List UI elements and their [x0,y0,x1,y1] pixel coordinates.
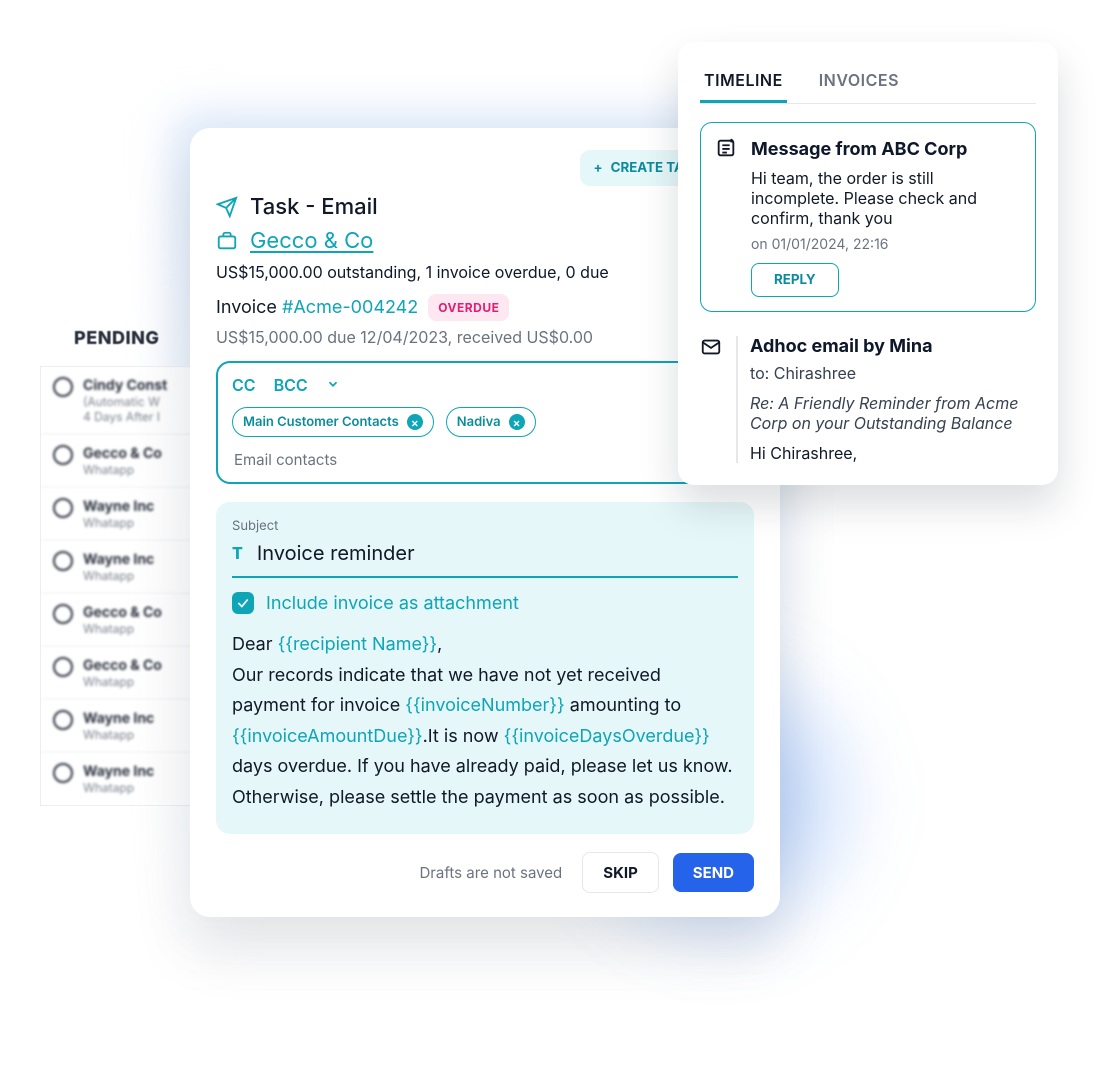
list-item-subtitle: Whatapp [83,727,154,742]
whatsapp-icon [53,657,73,677]
list-item-title: Wayne Inc [83,710,154,727]
task-title: Task - Email [250,194,378,220]
event-to: to: Chirashree [750,363,1036,383]
chip-label: Main Customer Contacts [243,414,399,430]
list-item-subtitle: Whatapp [83,515,154,530]
send-button[interactable]: SEND [673,853,754,892]
event-title: Message from ABC Corp [751,139,1021,160]
timeline-panel: TIMELINE INVOICES Message from ABC Corp … [678,42,1058,485]
contact-chip[interactable]: Main Customer Contacts × [232,407,434,437]
list-item-title: Gecco & Co [83,604,162,621]
event-body: Hi team, the order is still incomplete. … [751,168,1021,228]
attach-checkbox[interactable] [232,592,254,614]
invoice-label: Invoice #Acme-004242 [216,297,418,318]
list-item-title: Wayne Inc [83,763,154,780]
contacts-input[interactable] [232,449,476,470]
list-item-title: Wayne Inc [83,551,154,568]
bcc-toggle[interactable]: BCC [274,375,308,395]
invoice-link[interactable]: #Acme-004242 [282,297,418,318]
event-timestamp: on 01/01/2024, 22:16 [751,236,1021,253]
remove-chip-icon[interactable]: × [509,414,525,430]
whatsapp-icon [53,763,73,783]
note-plus-icon [715,137,737,159]
overdue-badge: OVERDUE [428,294,509,321]
tab-invoices[interactable]: INVOICES [815,60,903,103]
outstanding-summary: US$15,000.00 outstanding, 1 invoice over… [216,262,754,282]
whatsapp-icon [53,604,73,624]
contact-chip[interactable]: Nadiva × [446,407,536,437]
template-variable: {{invoiceDaysOverdue}} [504,726,710,747]
template-variable: {{recipient Name}} [278,634,438,655]
timeline-event: Message from ABC Corp Hi team, the order… [700,122,1036,312]
chip-label: Nadiva [457,414,501,430]
subject-label: Subject [232,518,738,534]
list-item-subtitle: Whatapp [83,674,162,689]
timeline-event: Adhoc email by Mina to: Chirashree Re: A… [700,336,1036,463]
list-item-subtitle: Whatapp [83,568,154,583]
list-item-subtitle: (Automatic W [83,394,167,409]
email-body[interactable]: Dear {{recipient Name}}, Our records ind… [232,630,738,814]
pending-heading: PENDING [74,328,159,349]
subject-input[interactable] [255,540,738,566]
template-variable: {{invoiceNumber}} [405,695,564,716]
tab-timeline[interactable]: TIMELINE [700,60,787,103]
invoice-due-line: US$15,000.00 due 12/04/2023, received US… [216,327,754,347]
email-compose-block: Subject T Include invoice as attachment … [216,502,754,834]
chevron-down-icon[interactable] [326,375,340,395]
attach-label: Include invoice as attachment [266,593,519,614]
plus-icon: + [594,160,603,176]
whatsapp-icon [53,551,73,571]
list-item-title: Wayne Inc [83,498,154,515]
skip-button[interactable]: SKIP [582,852,659,893]
reply-button[interactable]: REPLY [751,263,839,297]
list-item-subtitle: Whatapp [83,462,162,477]
whatsapp-icon [53,377,73,397]
whatsapp-icon [53,498,73,518]
event-greeting: Hi Chirashree, [750,443,1036,463]
drafts-hint: Drafts are not saved [419,863,562,882]
event-title: Adhoc email by Mina [750,336,1036,357]
event-subject: Re: A Friendly Reminder from Acme Corp o… [750,393,1036,433]
recipients-box: CC BCC Main Customer Contacts × Nadiva × [216,361,754,484]
paper-plane-icon [216,196,238,218]
mail-icon [700,336,722,358]
list-item-title: Gecco & Co [83,657,162,674]
template-variable: {{invoiceAmountDue}} [232,726,423,747]
whatsapp-icon [53,445,73,465]
list-item-subtitle: Whatapp [83,621,162,636]
list-item-subtitle: 4 Days After I [83,409,167,424]
list-item-title: Cindy Const [83,377,167,394]
list-item-title: Gecco & Co [83,445,162,462]
list-item-subtitle: Whatapp [83,780,154,795]
cc-toggle[interactable]: CC [232,375,256,395]
briefcase-icon [216,230,238,252]
company-link[interactable]: Gecco & Co [250,228,373,254]
remove-chip-icon[interactable]: × [407,414,423,430]
whatsapp-icon [53,710,73,730]
text-icon: T [232,543,243,563]
